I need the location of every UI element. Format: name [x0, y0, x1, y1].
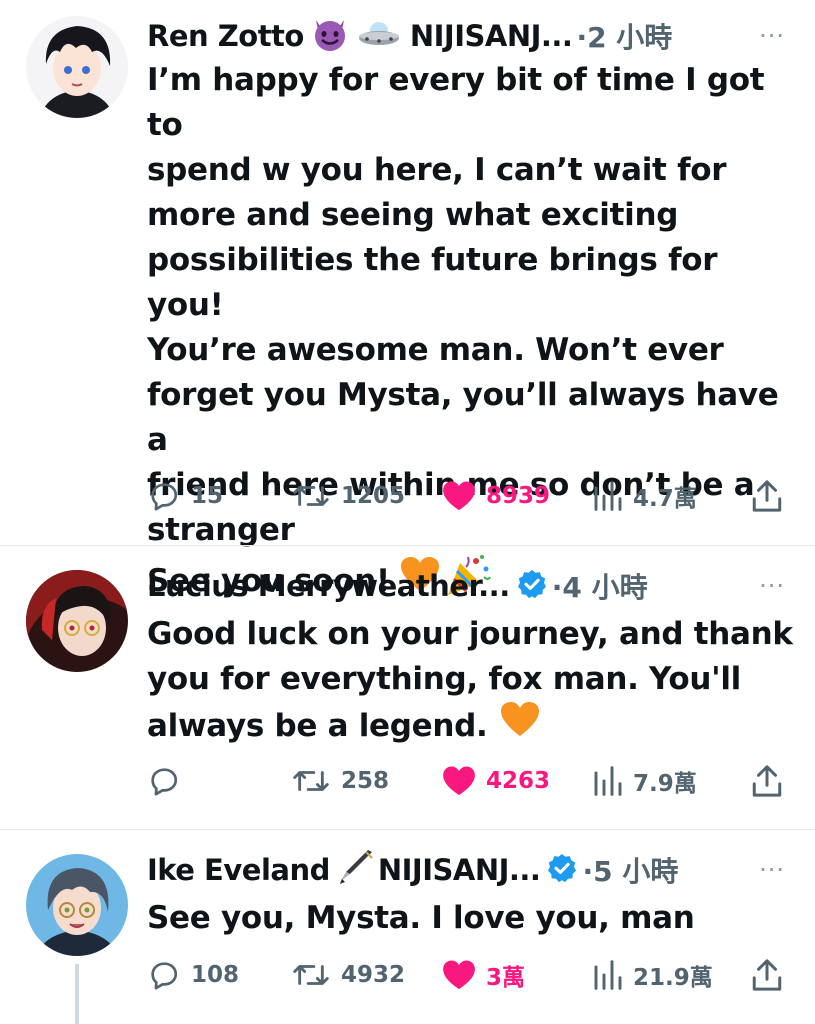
author-name[interactable]: Ike Eveland — [147, 853, 330, 887]
views-icon — [594, 766, 622, 796]
more-icon[interactable]: ··· — [759, 848, 785, 892]
tweet-header: Lucius Merryweather... ·4 小時 — [147, 564, 648, 608]
like-button[interactable]: 4263 — [442, 761, 550, 801]
views-icon — [594, 960, 622, 990]
tweet-text-line: Good luck on your journey, and thank — [147, 616, 793, 652]
avatar[interactable] — [26, 854, 128, 956]
heart-icon — [443, 481, 475, 511]
views-count: 4.7萬 — [633, 486, 697, 512]
like-count: 4263 — [486, 768, 551, 794]
author-name[interactable]: Lucius Merryweather... — [147, 569, 510, 603]
retweet-count: 1205 — [341, 483, 406, 509]
reply-count: 108 — [191, 962, 240, 988]
reply-count: 15 — [191, 483, 224, 509]
share-button[interactable] — [751, 955, 783, 995]
retweet-icon — [293, 965, 329, 985]
views-button[interactable]: 21.9萬 — [593, 955, 713, 995]
thread-connector-line — [75, 964, 79, 1024]
tweet-ren-zotto[interactable]: Ren Zotto NIJISANJ... ·2 小時 ··· I’m happ… — [0, 0, 815, 599]
heart-icon — [443, 766, 475, 796]
retweet-count: 4932 — [341, 962, 406, 988]
share-button[interactable] — [751, 761, 783, 801]
tweet-text-line: more and seeing what exciting — [147, 197, 679, 233]
views-count: 7.9萬 — [633, 771, 697, 797]
tweet-text: I’m happy for every bit of time I got to… — [147, 58, 797, 610]
like-button[interactable]: 3萬 — [442, 955, 525, 995]
tweet-text-line: You’re awesome man. Won’t ever — [147, 332, 724, 368]
reply-button[interactable] — [147, 761, 191, 801]
fountain-pen-emoji-icon — [336, 848, 376, 892]
ufo-emoji-icon — [356, 14, 402, 58]
reply-button[interactable]: 108 — [147, 955, 239, 995]
verified-badge-icon — [516, 568, 548, 604]
retweet-button[interactable]: 1205 — [291, 476, 405, 516]
views-button[interactable]: 7.9萬 — [593, 761, 697, 801]
share-icon — [752, 480, 782, 512]
views-button[interactable]: 4.7萬 — [593, 476, 697, 516]
more-icon[interactable]: ··· — [759, 564, 785, 608]
views-count: 21.9萬 — [633, 965, 713, 991]
views-icon — [594, 481, 622, 511]
timestamp[interactable]: ·5 小時 — [582, 850, 678, 890]
reply-icon — [151, 962, 178, 990]
share-button[interactable] — [751, 476, 783, 516]
reply-icon — [151, 483, 178, 511]
tweet-text: Good luck on your journey, and thank you… — [147, 612, 797, 751]
tweet-header: Ren Zotto NIJISANJ... ·2 小時 — [147, 14, 672, 58]
share-icon — [752, 765, 782, 797]
tweet-header: Ike Eveland NIJISANJ... ·5 小時 — [147, 848, 678, 892]
author-handle-suffix[interactable]: NIJISANJ... — [410, 19, 573, 53]
tweet-text-line: forget you Mysta, you’ll always have a — [147, 377, 779, 458]
reply-icon — [151, 768, 178, 796]
avatar[interactable] — [26, 570, 128, 672]
retweet-icon — [293, 486, 329, 506]
like-count: 3萬 — [486, 965, 526, 991]
tweet-actions: 258 4263 7.9萬 — [147, 761, 787, 801]
tweet-lucius-merryweather[interactable]: Lucius Merryweather... ·4 小時 ··· Good lu… — [0, 546, 815, 829]
retweet-icon — [293, 771, 329, 791]
smiling-devil-emoji-icon — [310, 14, 350, 58]
reply-button[interactable]: 15 — [147, 476, 223, 516]
tweet-actions: 108 4932 3萬 21.9萬 — [147, 955, 787, 995]
tweet-text-line: you for everything, fox man. You'll — [147, 661, 741, 697]
retweet-button[interactable]: 258 — [291, 761, 389, 801]
tweet-actions: 15 1205 8939 4.7萬 — [147, 476, 787, 516]
like-count: 8939 — [486, 483, 551, 509]
more-icon[interactable]: ··· — [759, 14, 785, 58]
tweet-text: See you, Mysta. I love you, man — [147, 896, 797, 941]
author-handle-suffix[interactable]: NIJISANJ... — [378, 853, 541, 887]
avatar[interactable] — [26, 16, 128, 118]
orange-heart-emoji-icon — [500, 702, 540, 751]
tweet-text-line: I’m happy for every bit of time I got to — [147, 62, 765, 143]
retweet-button[interactable]: 4932 — [291, 955, 405, 995]
tweet-text-segment: always be a legend. — [147, 708, 488, 744]
tweet-text-line: spend w you here, I can’t wait for — [147, 152, 727, 188]
timestamp[interactable]: ·2 小時 — [576, 16, 672, 56]
heart-icon — [443, 960, 475, 990]
author-name[interactable]: Ren Zotto — [147, 19, 304, 53]
like-button[interactable]: 8939 — [442, 476, 550, 516]
tweet-text-line: possibilities the future brings for you! — [147, 242, 718, 323]
retweet-count: 258 — [341, 768, 390, 794]
tweet-text-line: See you, Mysta. I love you, man — [147, 900, 695, 936]
timestamp[interactable]: ·4 小時 — [552, 566, 648, 606]
share-icon — [752, 959, 782, 991]
tweet-ike-eveland[interactable]: Ike Eveland NIJISANJ... ·5 小時 ··· See yo… — [0, 830, 815, 1024]
tweet-text-line: always be a legend. — [147, 702, 797, 751]
verified-badge-icon — [546, 852, 578, 888]
